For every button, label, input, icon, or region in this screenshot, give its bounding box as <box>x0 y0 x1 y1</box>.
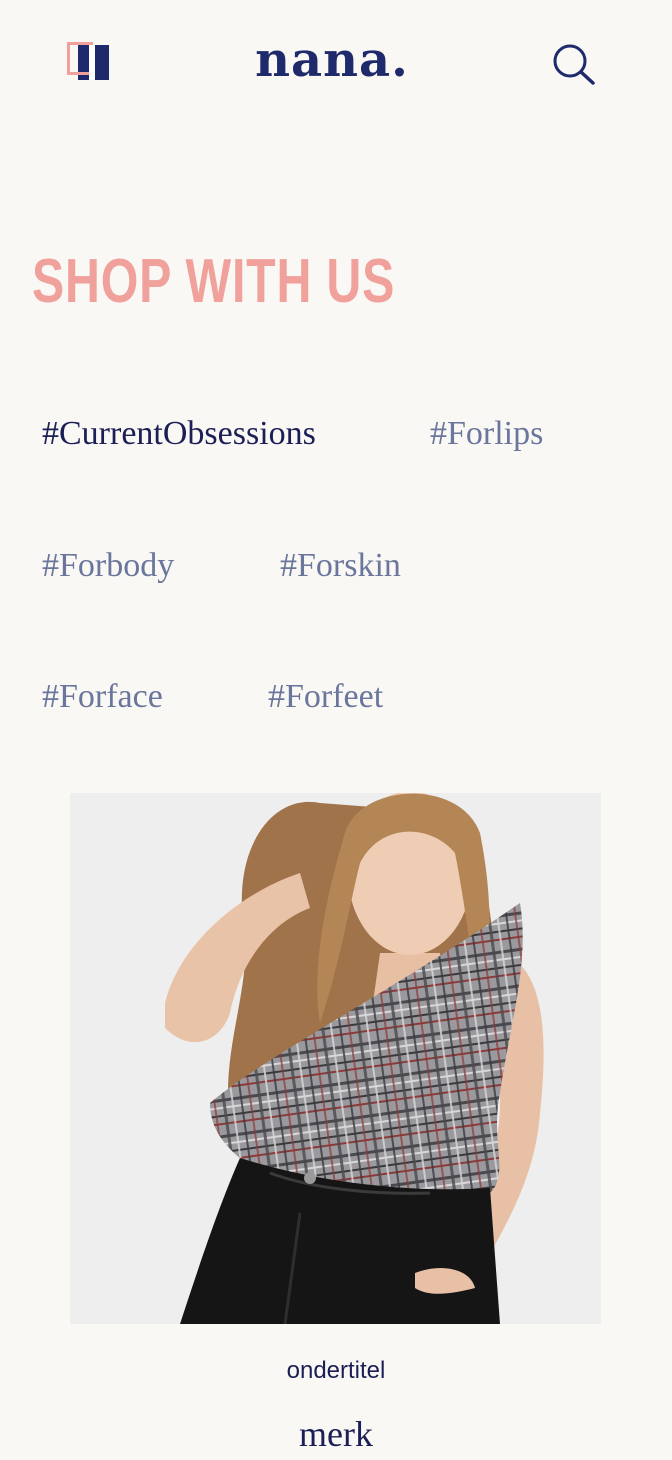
search-icon <box>553 44 595 85</box>
menu-button[interactable] <box>64 40 112 84</box>
product-subtitle: ondertitel <box>286 1357 386 1384</box>
product-photo <box>70 793 601 1324</box>
tag-forfeet[interactable]: #Forfeet <box>268 677 383 717</box>
tag-forbody[interactable]: #Forbody <box>42 546 174 586</box>
tag-forskin[interactable]: #Forskin <box>280 546 401 586</box>
tag-forface[interactable]: #Forface <box>42 677 163 717</box>
product-brand: merk <box>299 1414 373 1454</box>
tag-current-obsessions[interactable]: #CurrentObsessions <box>42 414 316 454</box>
product-image[interactable] <box>70 793 601 1324</box>
section-title: SHOP WITH US <box>32 247 396 316</box>
tag-forlips[interactable]: #Forlips <box>430 414 543 454</box>
site-header: nana. <box>0 0 672 120</box>
site-logo[interactable]: nana. <box>232 30 432 90</box>
search-button[interactable] <box>546 40 598 88</box>
